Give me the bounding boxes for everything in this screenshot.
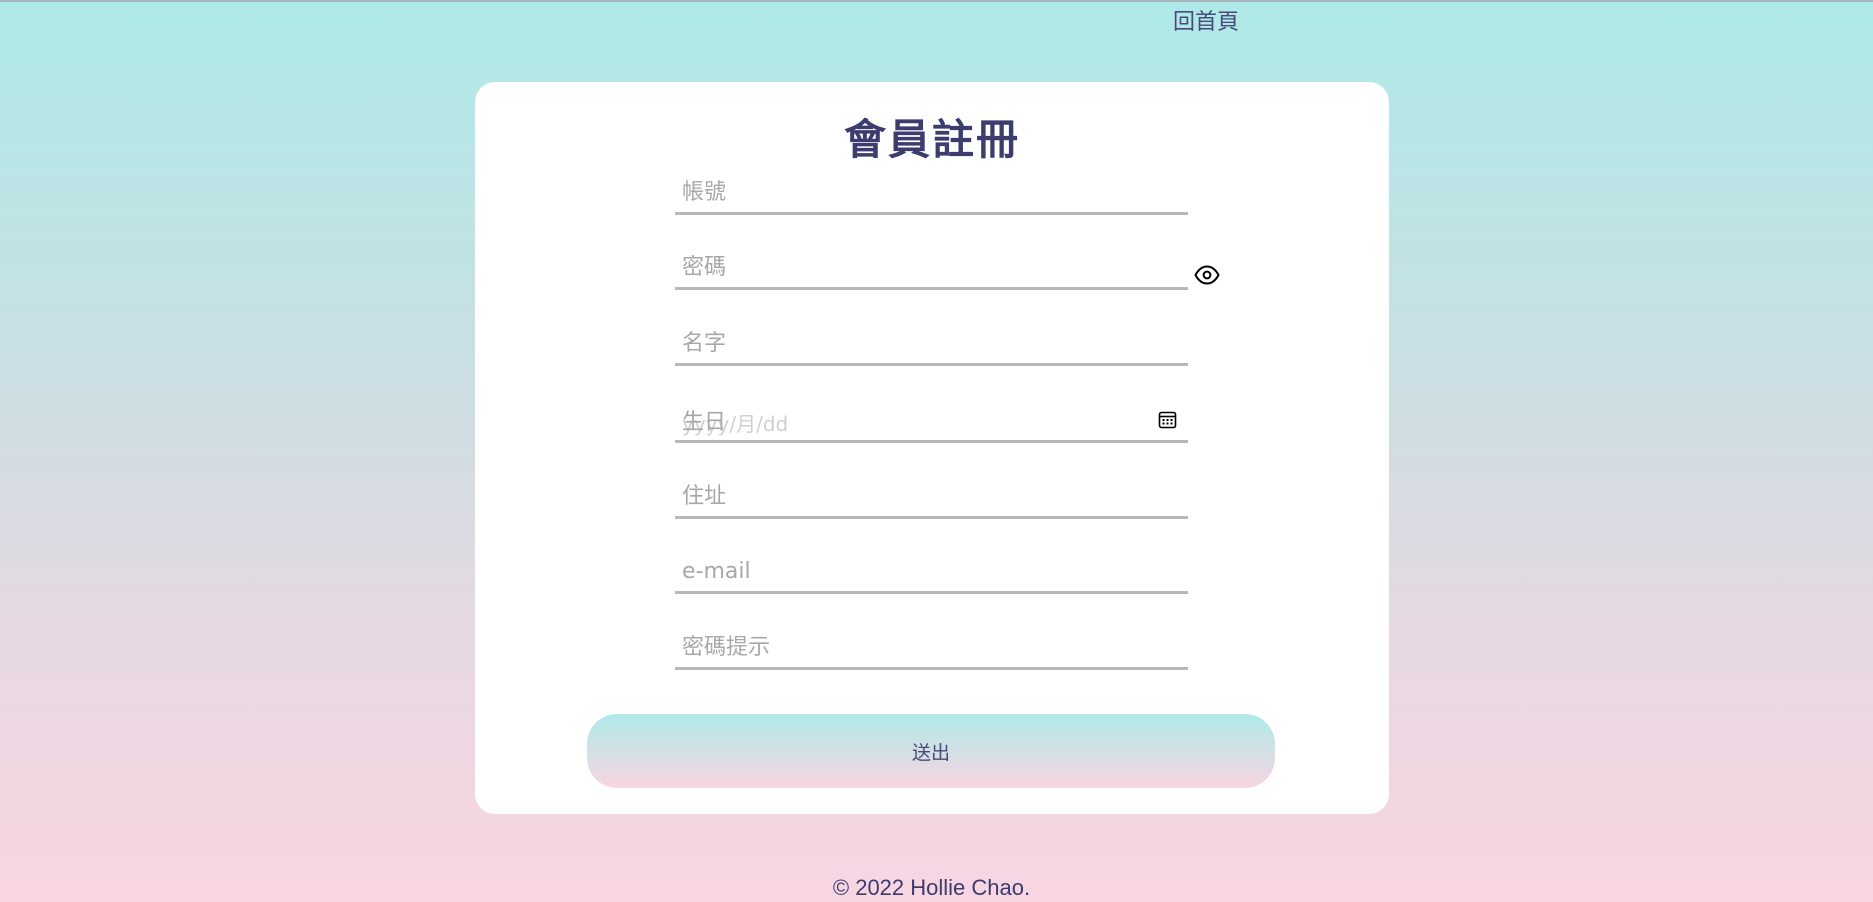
email-field (675, 551, 1188, 594)
address-field (675, 476, 1188, 519)
password-input[interactable] (675, 247, 1188, 287)
birthday-label: 生日 (682, 410, 727, 435)
date-format-placeholder: yyyy/月/dd (682, 412, 789, 436)
name-input[interactable] (675, 323, 1188, 363)
page-title: 會員註冊 (843, 115, 1020, 164)
home-link[interactable]: 回首頁 (1173, 4, 1239, 36)
calendar-icon[interactable] (1158, 410, 1177, 429)
account-field (675, 172, 1188, 215)
name-field (675, 323, 1188, 366)
birthday-field[interactable]: yyyy/月/dd 生日 (675, 400, 1188, 443)
account-input[interactable] (675, 172, 1188, 212)
footer-copyright: © 2022 Hollie Chao. (832, 875, 1031, 900)
eye-icon[interactable] (1194, 265, 1220, 285)
submit-button[interactable]: 送出 (587, 714, 1275, 788)
email-input[interactable] (675, 551, 1188, 591)
password-hint-input[interactable] (675, 627, 1188, 667)
password-hint-field (675, 627, 1188, 670)
registration-card: 會員註冊 yyyy/月/dd 生日 送出 (475, 82, 1389, 814)
password-field (675, 247, 1188, 290)
address-input[interactable] (675, 476, 1188, 516)
